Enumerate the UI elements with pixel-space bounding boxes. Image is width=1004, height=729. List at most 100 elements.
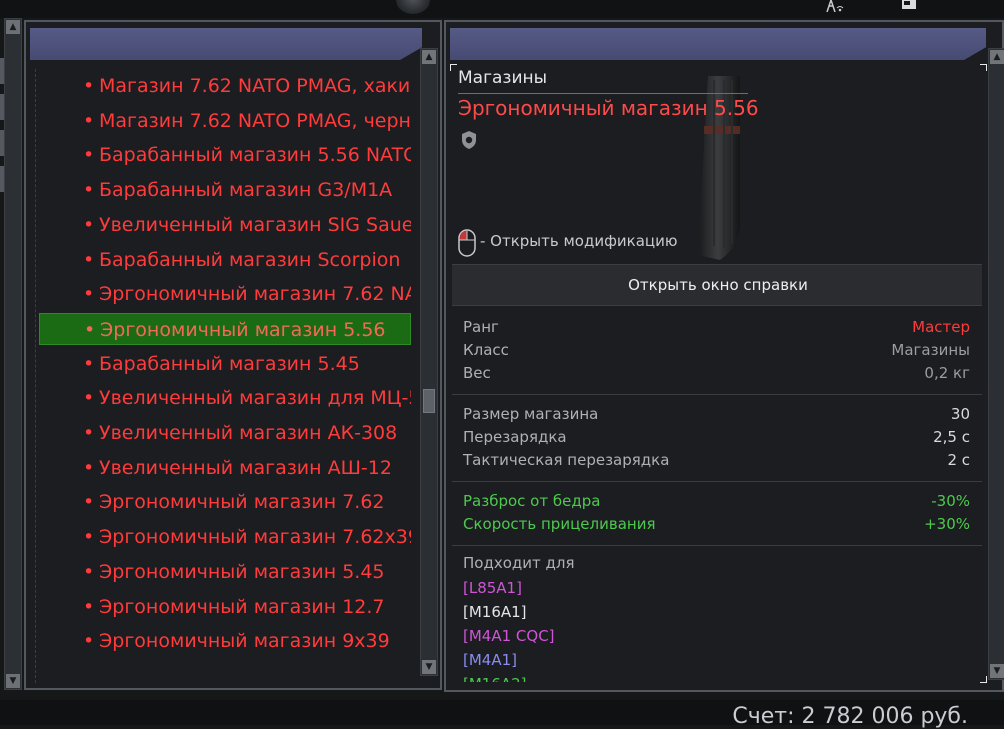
- list-item[interactable]: • Эргономичный магазин 7.62: [39, 486, 411, 518]
- bullet-icon: •: [83, 491, 95, 514]
- scroll-up-arrow-icon[interactable]: ▲: [6, 20, 20, 34]
- compatible-weapon[interactable]: [L85A1]: [463, 576, 555, 600]
- stat-label: Класс: [463, 341, 509, 359]
- stat-row: Размер магазина 30: [452, 403, 982, 426]
- bullet-icon: •: [83, 283, 95, 306]
- list-item-label: Барабанный магазин 5.45: [99, 352, 360, 375]
- list-item[interactable]: • Увеличенный магазин SIG Saue: [39, 209, 411, 241]
- bonus-stats: Разброс от бедра -30% Скорость прицелива…: [452, 490, 982, 546]
- item-detail-view: Магазины Эргономичный магазин 5.56 - Отк…: [452, 68, 982, 682]
- bullet-icon: •: [83, 387, 95, 410]
- stat-row: Тактическая перезарядка 2 с: [452, 449, 982, 472]
- item-category: Магазины: [458, 68, 548, 88]
- detail-scrollbar[interactable]: ▲ ▼: [988, 48, 1004, 680]
- list-item-label: Магазин 7.62 NATO PMAG, хаки: [99, 75, 411, 97]
- list-item[interactable]: • Магазин 7.62 NATO PMAG, хаки: [39, 70, 411, 102]
- stat-value: Мастер: [912, 318, 970, 336]
- bullet-icon: •: [83, 75, 95, 97]
- compatible-weapon[interactable]: [M16A1]: [463, 600, 555, 624]
- list-item-label: Магазин 7.62 NATO PMAG, черн: [99, 109, 411, 132]
- bullet-icon: •: [83, 179, 95, 202]
- list-scrollbar[interactable]: ▲ ▼: [420, 48, 438, 676]
- compatible-weapon[interactable]: [M16A2]: [463, 672, 555, 682]
- bullet-icon: •: [83, 526, 95, 549]
- stat-label: Скорость прицеливания: [463, 515, 656, 533]
- list-item[interactable]: • Барабанный магазин G3/M1A: [39, 174, 411, 206]
- list-item[interactable]: • Увеличенный магазин АК-308: [39, 417, 411, 449]
- antenna-icon[interactable]: [822, 0, 844, 13]
- shield-icon: [462, 131, 476, 149]
- item-list-panel: • Магазин 7.62 NATO PMAG, хаки • Магазин 7.…: [24, 20, 442, 690]
- bullet-icon: •: [83, 144, 95, 167]
- list-item-label: Барабанный магазин Scorpion: [99, 248, 401, 271]
- bullet-icon: •: [83, 595, 95, 618]
- modification-hint: - Открыть модификацию: [480, 232, 678, 250]
- stat-row: Класс Магазины: [452, 339, 982, 362]
- compatible-weapon[interactable]: [M4A1]: [463, 648, 555, 672]
- stat-label: Вес: [463, 364, 491, 382]
- bullet-icon: •: [83, 456, 95, 479]
- list-item-label: Увеличенный магазин для МЦ-5: [99, 387, 411, 410]
- list-item-label: Эргономичный магазин 7.62 NAT: [99, 283, 411, 306]
- stat-row: Вес 0,2 кг: [452, 362, 982, 385]
- list-scroll-thumb[interactable]: [423, 389, 435, 413]
- scroll-down-arrow-icon[interactable]: ▼: [422, 660, 436, 674]
- item-title: Эргономичный магазин 5.56: [458, 96, 759, 120]
- list-item-label: Эргономичный магазин 5.56: [100, 318, 386, 341]
- list-item[interactable]: • Эргономичный магазин 5.45: [39, 556, 411, 588]
- scroll-up-arrow-icon[interactable]: ▲: [990, 50, 1004, 64]
- list-item[interactable]: • Увеличенный магазин АШ-12: [39, 452, 411, 484]
- bullet-icon: •: [84, 318, 96, 341]
- compatible-weapon[interactable]: [M4A1 CQC]: [463, 624, 555, 648]
- stat-row: Разброс от бедра -30%: [452, 490, 982, 513]
- category-divider: [458, 93, 748, 94]
- list-item-label: Эргономичный магазин 7.62x39: [99, 526, 411, 549]
- list-item[interactable]: • Эргономичный магазин 5.56: [39, 312, 411, 345]
- list-item-label: Барабанный магазин G3/M1A: [99, 179, 393, 202]
- item-list[interactable]: • Магазин 7.62 NATO PMAG, хаки • Магазин 7.…: [35, 69, 414, 683]
- stat-label: Ранг: [463, 318, 499, 336]
- list-item-label: Эргономичный магазин 12.7: [99, 595, 385, 618]
- bullet-icon: •: [83, 422, 95, 444]
- list-item-label: Увеличенный магазин SIG Saue: [99, 213, 411, 236]
- list-panel-header: [30, 28, 422, 60]
- score-label: Счет: 2 782 006 руб.: [732, 704, 968, 729]
- list-item[interactable]: • Эргономичный магазин 7.62 NAT: [39, 278, 411, 310]
- open-help-button[interactable]: Открыть окно справки: [452, 264, 982, 306]
- stat-row: Ранг Мастер: [452, 316, 982, 339]
- list-item[interactable]: • Магазин 7.62 NATO PMAG, черн: [39, 105, 411, 137]
- base-stats: Ранг Мастер Класс Магазины Вес 0,2 кг: [452, 316, 982, 395]
- outer-scrollbar[interactable]: ▲ ▼: [4, 18, 22, 690]
- top-knob-button[interactable]: [396, 0, 430, 14]
- stat-value: -30%: [931, 492, 970, 510]
- list-item-label: Эргономичный магазин 7.62: [99, 491, 385, 514]
- stat-value: +30%: [924, 515, 970, 533]
- bullet-icon: •: [83, 630, 95, 653]
- screen-icon[interactable]: [898, 0, 920, 12]
- list-item[interactable]: • Барабанный магазин 5.56 NATO: [39, 139, 411, 171]
- bullet-icon: •: [83, 352, 95, 375]
- scroll-down-arrow-icon[interactable]: ▼: [990, 664, 1004, 678]
- stat-value: 0,2 кг: [924, 364, 970, 382]
- scroll-down-arrow-icon[interactable]: ▼: [6, 674, 20, 688]
- list-item[interactable]: • Увеличенный магазин для МЦ-5: [39, 382, 411, 414]
- item-detail-panel: ▲ ▼ Магазины Эргономичный магазин 5.56 -…: [444, 20, 1004, 692]
- scroll-up-arrow-icon[interactable]: ▲: [422, 50, 436, 64]
- list-item[interactable]: • Эргономичный магазин 7.62x39: [39, 521, 411, 553]
- list-item[interactable]: • Барабанный магазин 5.45: [39, 348, 411, 380]
- list-item-label: Увеличенный магазин АШ-12: [99, 456, 392, 479]
- list-item-label: Эргономичный магазин 9x39: [99, 630, 390, 653]
- stat-label: Разброс от бедра: [463, 492, 601, 510]
- stat-value: Магазины: [891, 341, 970, 359]
- list-item[interactable]: • Барабанный магазин Scorpion: [39, 244, 411, 276]
- stat-row: Перезарядка 2,5 с: [452, 426, 982, 449]
- compatible-title: Подходит для: [463, 554, 575, 572]
- list-item-label: Увеличенный магазин АК-308: [99, 422, 398, 444]
- mouse-icon: [458, 229, 476, 257]
- stat-label: Размер магазина: [463, 405, 599, 423]
- list-item[interactable]: • Эргономичный магазин 9x39: [39, 625, 411, 657]
- stat-label: Тактическая перезарядка: [463, 451, 670, 469]
- detail-panel-header: [450, 28, 986, 60]
- bullet-icon: •: [83, 248, 95, 271]
- list-item[interactable]: • Эргономичный магазин 12.7: [39, 591, 411, 623]
